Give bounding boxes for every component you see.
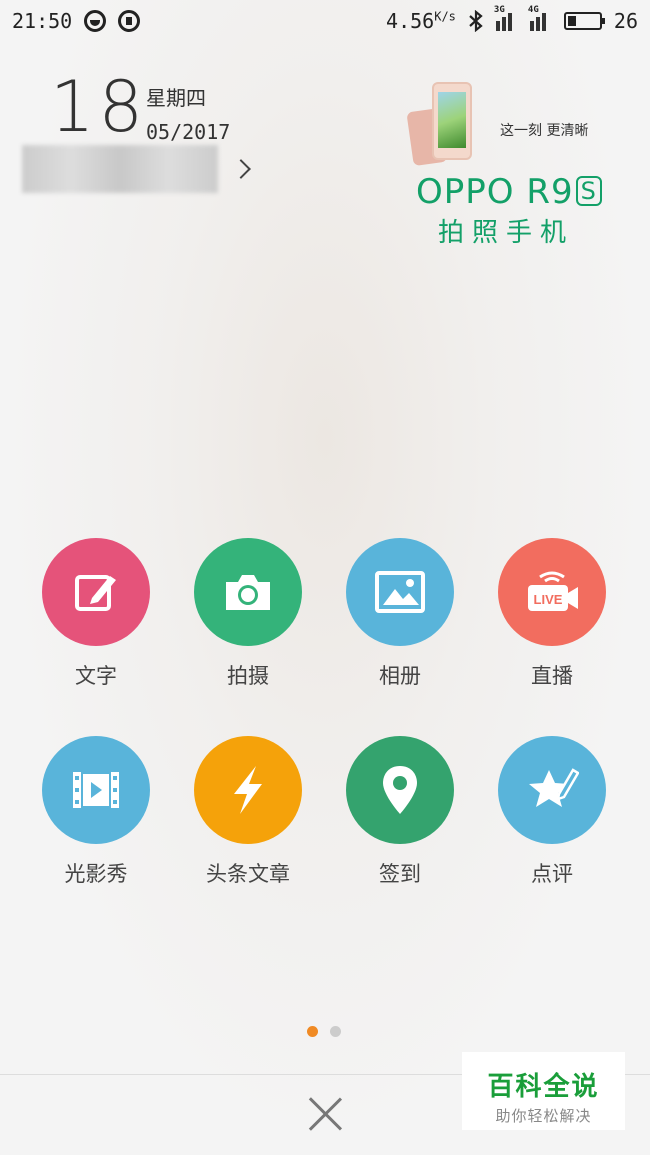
network-speed: 4.56K/s <box>386 9 456 33</box>
status-bar: 21:50 4.56K/s 3G 4G 26 <box>0 0 650 42</box>
action-live[interactable]: LIVE 直播 <box>476 538 628 690</box>
action-label: 文字 <box>75 664 117 688</box>
page-indicator <box>307 1026 341 1037</box>
action-label: 相册 <box>379 664 421 688</box>
action-label: 光影秀 <box>64 862 128 886</box>
action-text[interactable]: 文字 <box>20 538 172 690</box>
watermark-subtitle: 助你轻松解决 <box>495 1107 592 1125</box>
camera-icon <box>226 575 270 610</box>
action-circle[interactable] <box>42 736 150 844</box>
ad-slogan: 这一刻 更清晰 <box>500 123 589 139</box>
live-icon: LIVE <box>528 571 578 611</box>
app-notification-icon <box>84 10 107 32</box>
bluetooth-icon <box>469 10 483 32</box>
action-light-show[interactable]: 光影秀 <box>20 736 172 888</box>
blurred-location-text[interactable] <box>22 145 218 193</box>
video-icon <box>73 772 119 808</box>
action-circle[interactable] <box>194 736 302 844</box>
watermark-logo: 百科全说 助你轻松解决 <box>462 1052 625 1130</box>
watermark-title: 百科全说 <box>487 1072 600 1102</box>
battery-icon <box>563 12 605 30</box>
location-pin-icon <box>383 766 417 814</box>
edit-icon <box>75 575 116 611</box>
action-review[interactable]: 点评 <box>476 736 628 888</box>
action-label: 点评 <box>531 862 573 886</box>
action-circle[interactable]: LIVE <box>498 538 606 646</box>
clock: 21:50 <box>12 9 73 33</box>
signal-sim2-icon: 4G <box>528 5 552 31</box>
pause-icon <box>118 10 141 32</box>
battery-level: 26 <box>613 9 638 33</box>
phone-image <box>406 82 478 167</box>
action-check-in[interactable]: 签到 <box>324 736 476 888</box>
sim2-network-type: 4G <box>527 5 539 15</box>
chevron-right-icon[interactable] <box>231 159 251 179</box>
image-icon <box>375 571 425 613</box>
ad-brand: OPPO R9 S <box>416 172 602 212</box>
action-label: 直播 <box>531 664 573 688</box>
status-bar-right: 4.56K/s 3G 4G 26 <box>386 5 638 33</box>
ad-subtitle: 拍照手机 <box>438 218 575 248</box>
lightning-icon <box>234 766 262 814</box>
date-widget: 18 星期四 05/2017 <box>50 66 230 148</box>
network-speed-value: 4.56 <box>386 9 435 33</box>
action-shoot[interactable]: 拍摄 <box>172 538 324 690</box>
sim1-network-type: 3G <box>493 5 505 15</box>
action-circle[interactable] <box>498 736 606 844</box>
signal-sim1-icon: 3G <box>494 5 518 31</box>
action-label: 签到 <box>379 862 421 886</box>
status-bar-left: 21:50 <box>12 9 141 33</box>
action-circle[interactable] <box>194 538 302 646</box>
page-dot-active[interactable] <box>307 1026 318 1037</box>
action-circle[interactable] <box>346 736 454 844</box>
action-headline-article[interactable]: 头条文章 <box>172 736 324 888</box>
network-speed-unit: K/s <box>434 9 456 24</box>
close-icon[interactable] <box>307 1096 343 1132</box>
page-dot[interactable] <box>330 1026 341 1037</box>
month-year: 05/2017 <box>146 120 231 144</box>
ad-brand-name: OPPO R9 <box>416 172 574 212</box>
weekday: 星期四 <box>146 86 206 110</box>
day-number: 18 <box>50 66 148 148</box>
ad-banner[interactable]: 这一刻 更清晰 OPPO R9 S 拍照手机 <box>400 80 620 250</box>
action-album[interactable]: 相册 <box>324 538 476 690</box>
action-label: 头条文章 <box>206 862 290 886</box>
action-circle[interactable] <box>42 538 150 646</box>
action-label: 拍摄 <box>227 664 269 688</box>
live-badge-text: LIVE <box>534 592 563 607</box>
star-pen-icon <box>529 768 579 807</box>
ad-brand-suffix: S <box>575 176 602 206</box>
action-circle[interactable] <box>346 538 454 646</box>
